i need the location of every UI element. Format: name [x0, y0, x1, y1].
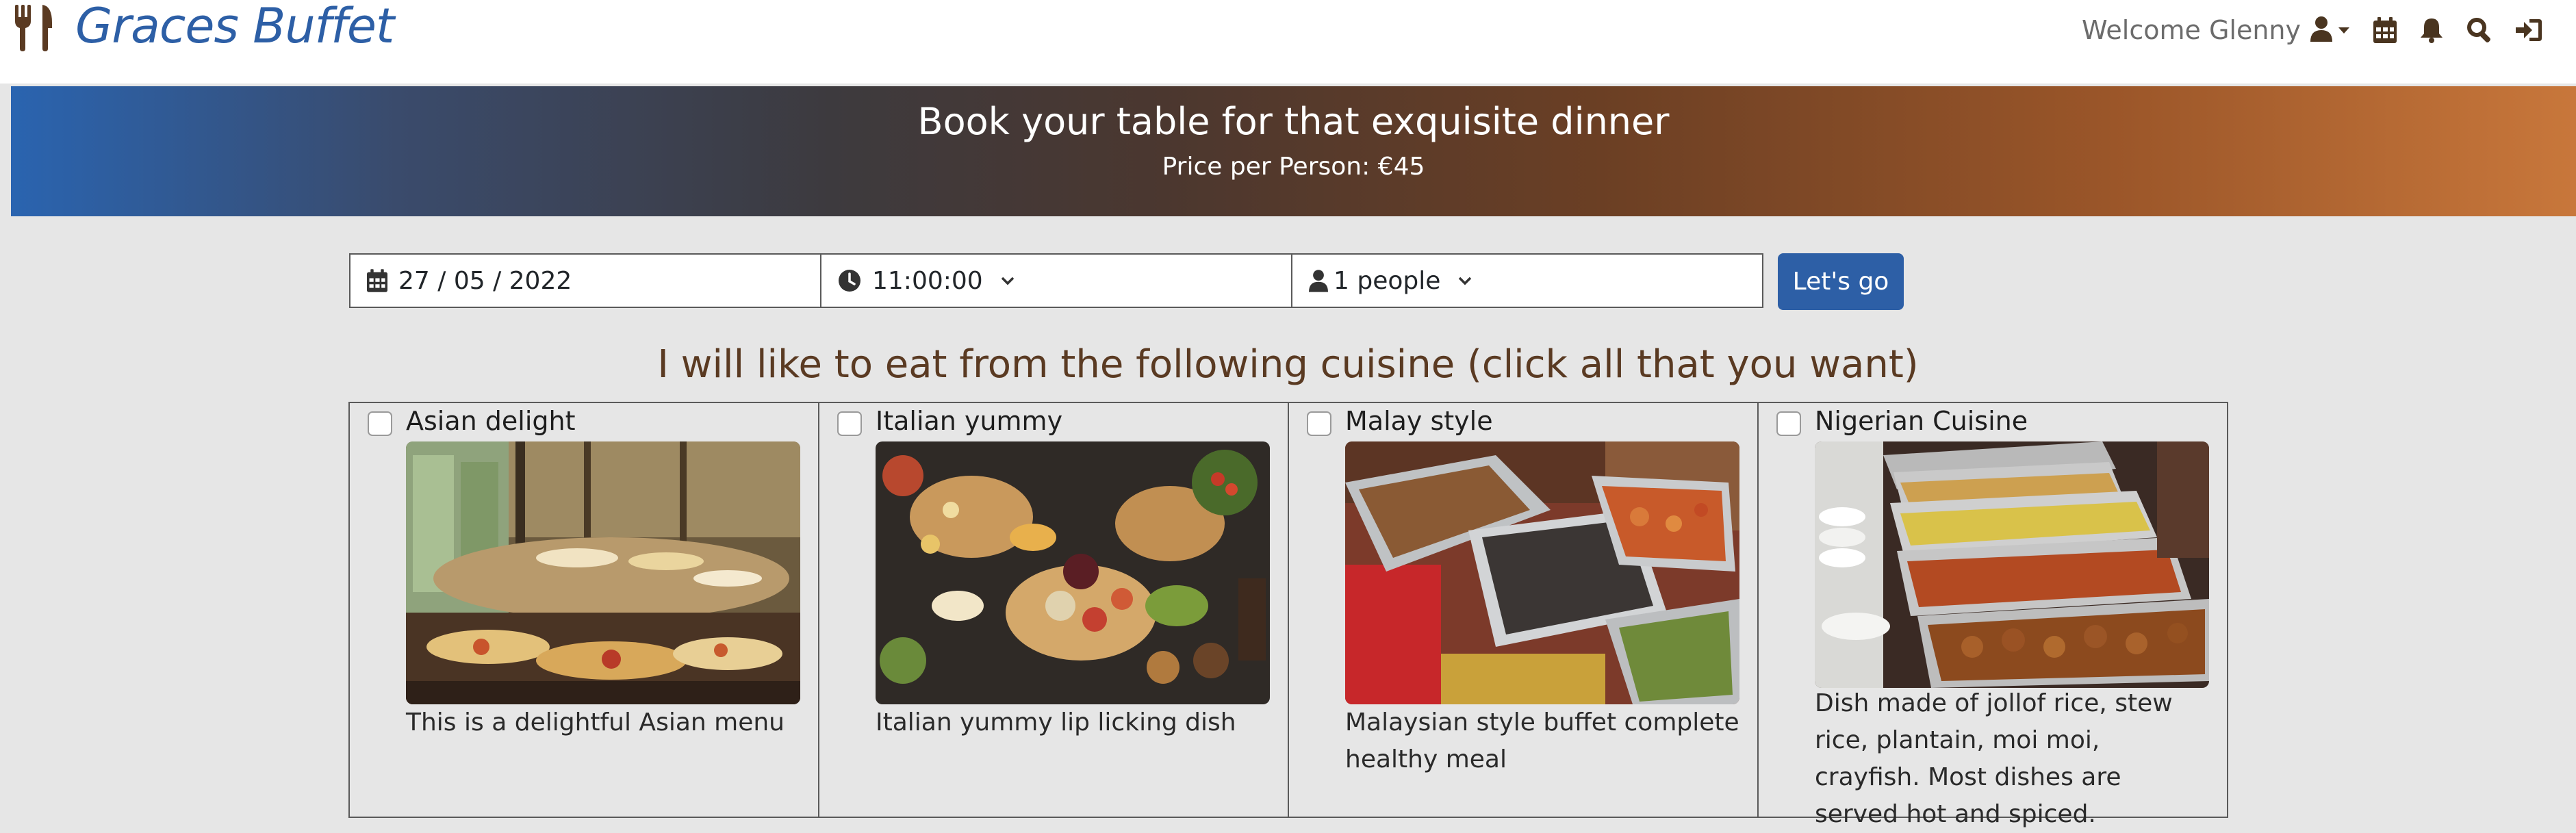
- people-value: 1 people: [1334, 266, 1441, 295]
- cuisine-description: Malaysian style buffet complete healthy …: [1345, 708, 1739, 773]
- malay-buffet-image: [1345, 441, 1739, 704]
- nigerian-buffet-image: [1815, 441, 2209, 688]
- chevron-down-icon: [999, 275, 1016, 286]
- cuisine-description: Italian yummy lip licking dish: [876, 708, 1236, 736]
- cuisine-title: Malay style: [1345, 406, 1493, 436]
- calendar-icon: [367, 269, 387, 292]
- cuisine-heading: I will like to eat from the following cu…: [657, 342, 1919, 387]
- price-per-person: Price per Person: €45: [1162, 152, 1425, 181]
- time-select[interactable]: 11:00:00: [820, 253, 1292, 308]
- cuisine-card-italian[interactable]: Italian yummy Italian yummy lip licking …: [818, 402, 1289, 818]
- cuisine-checkbox[interactable]: [1307, 411, 1331, 436]
- cuisine-title: Italian yummy: [876, 406, 1063, 436]
- clock-icon: [838, 269, 861, 292]
- cuisine-checkbox[interactable]: [837, 411, 862, 436]
- user-icon: [2310, 16, 2332, 44]
- cuisine-title: Asian delight: [406, 406, 576, 436]
- asian-buffet-image: [406, 441, 800, 704]
- chevron-down-icon: [1457, 275, 1473, 286]
- sign-out-icon[interactable]: [2516, 18, 2542, 42]
- people-select[interactable]: 1 people: [1291, 253, 1763, 308]
- user-dropdown-toggle[interactable]: [2310, 16, 2350, 44]
- lets-go-button[interactable]: Let's go: [1778, 253, 1904, 310]
- cuisine-checkbox[interactable]: [368, 411, 392, 436]
- time-value: 11:00:00: [872, 266, 983, 295]
- calendar-icon[interactable]: [2373, 17, 2397, 43]
- search-icon[interactable]: [2466, 17, 2492, 43]
- cuisine-description: Dish made of jollof rice, stew rice, pla…: [1815, 689, 2173, 828]
- booking-banner: Book your table for that exquisite dinne…: [11, 86, 2576, 216]
- brand[interactable]: Graces Buffet: [12, 0, 394, 54]
- caret-down-icon: [2338, 24, 2350, 37]
- brand-title: Graces Buffet: [75, 0, 394, 54]
- cuisine-card-malay[interactable]: Malay style Malaysian style buffet compl…: [1288, 402, 1759, 818]
- cuisine-checkbox[interactable]: [1776, 411, 1801, 436]
- date-field[interactable]: 27 / 05 / 2022: [349, 253, 821, 308]
- cuisine-card-asian[interactable]: Asian delight This is a delightful Asian…: [348, 402, 819, 818]
- user-icon: [1309, 269, 1328, 292]
- bell-icon[interactable]: [2420, 17, 2443, 43]
- top-navbar: Graces Buffet Welcome Glenny: [0, 0, 2576, 84]
- italian-platter-image: [876, 441, 1270, 704]
- cuisine-list: Asian delight This is a delightful Asian…: [348, 402, 2228, 828]
- fork-knife-icon: [12, 2, 62, 51]
- welcome-text: Welcome Glenny: [2082, 15, 2301, 45]
- cuisine-title: Nigerian Cuisine: [1815, 406, 2028, 436]
- cuisine-description: This is a delightful Asian menu: [406, 708, 785, 736]
- booking-form: 27 / 05 / 2022 11:00:00 1 people: [349, 253, 1763, 310]
- banner-title: Book your table for that exquisite dinne…: [917, 100, 1670, 143]
- date-value: 27 / 05 / 2022: [398, 266, 572, 295]
- user-menu-area: Welcome Glenny: [2082, 12, 2542, 48]
- cuisine-card-nigerian[interactable]: Nigerian Cuisine Dish made of jollof ric…: [1757, 402, 2228, 828]
